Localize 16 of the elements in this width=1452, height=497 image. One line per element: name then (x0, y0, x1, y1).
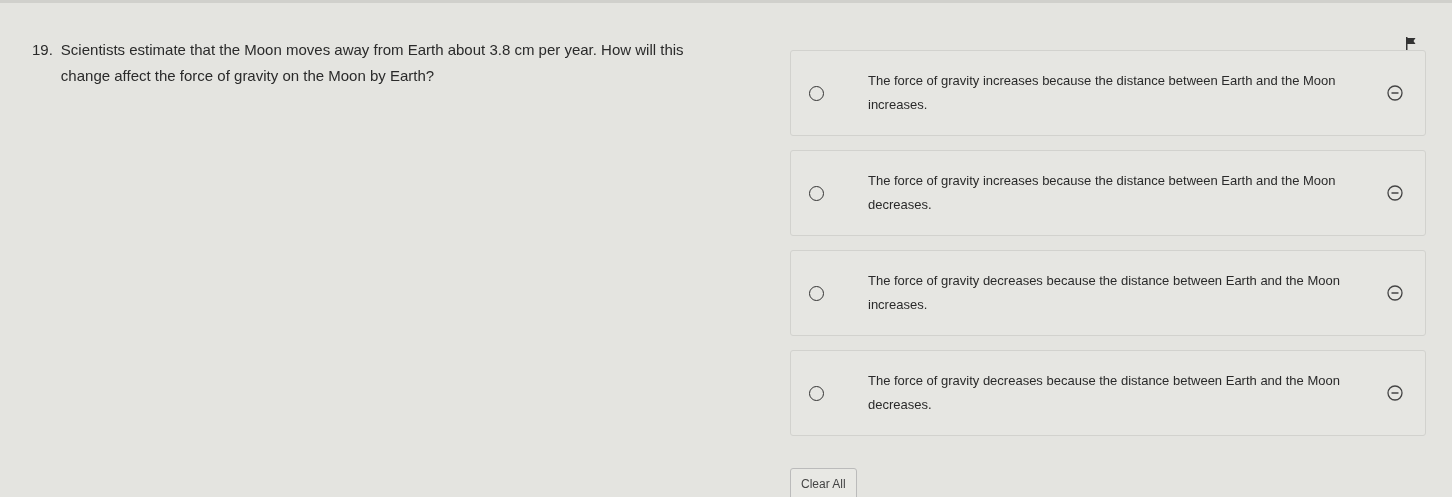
clear-all-button[interactable]: Clear All (790, 468, 857, 497)
minus-circle-icon[interactable] (1387, 285, 1403, 301)
option-text: The force of gravity decreases because the distance between Earth and the Moon decreases. (868, 372, 1341, 414)
answer-option[interactable]: The force of gravity increases because the distance between Earth and the Moon decreases. (790, 150, 1426, 236)
answer-option[interactable]: The force of gravity increases because the distance between Earth and the Moon increases. (790, 50, 1426, 136)
flag-icon[interactable] (1405, 37, 1416, 50)
option-text: The force of gravity increases because the distance between Earth and the Moon increases. (868, 72, 1337, 114)
minus-circle-icon[interactable] (1387, 85, 1403, 101)
question-number: 19. (32, 40, 53, 60)
answer-option[interactable]: The force of gravity decreases because the distance between Earth and the Moon decreases. (790, 350, 1426, 436)
minus-circle-icon[interactable] (1387, 385, 1403, 401)
minus-circle-icon[interactable] (1387, 185, 1403, 201)
answer-option[interactable]: The force of gravity decreases because the distance between Earth and the Moon increases. (790, 250, 1426, 336)
option-text: The force of gravity decreases because the distance between Earth and the Moon increases. (868, 272, 1341, 314)
option-text: The force of gravity increases because the distance between Earth and the Moon decreases. (868, 172, 1337, 214)
question-text: Scientists estimate that the Moon moves away from Earth about 3.8 cm per year. How will this change affect the force of gravity on the Moon by Earth? (60, 40, 685, 86)
